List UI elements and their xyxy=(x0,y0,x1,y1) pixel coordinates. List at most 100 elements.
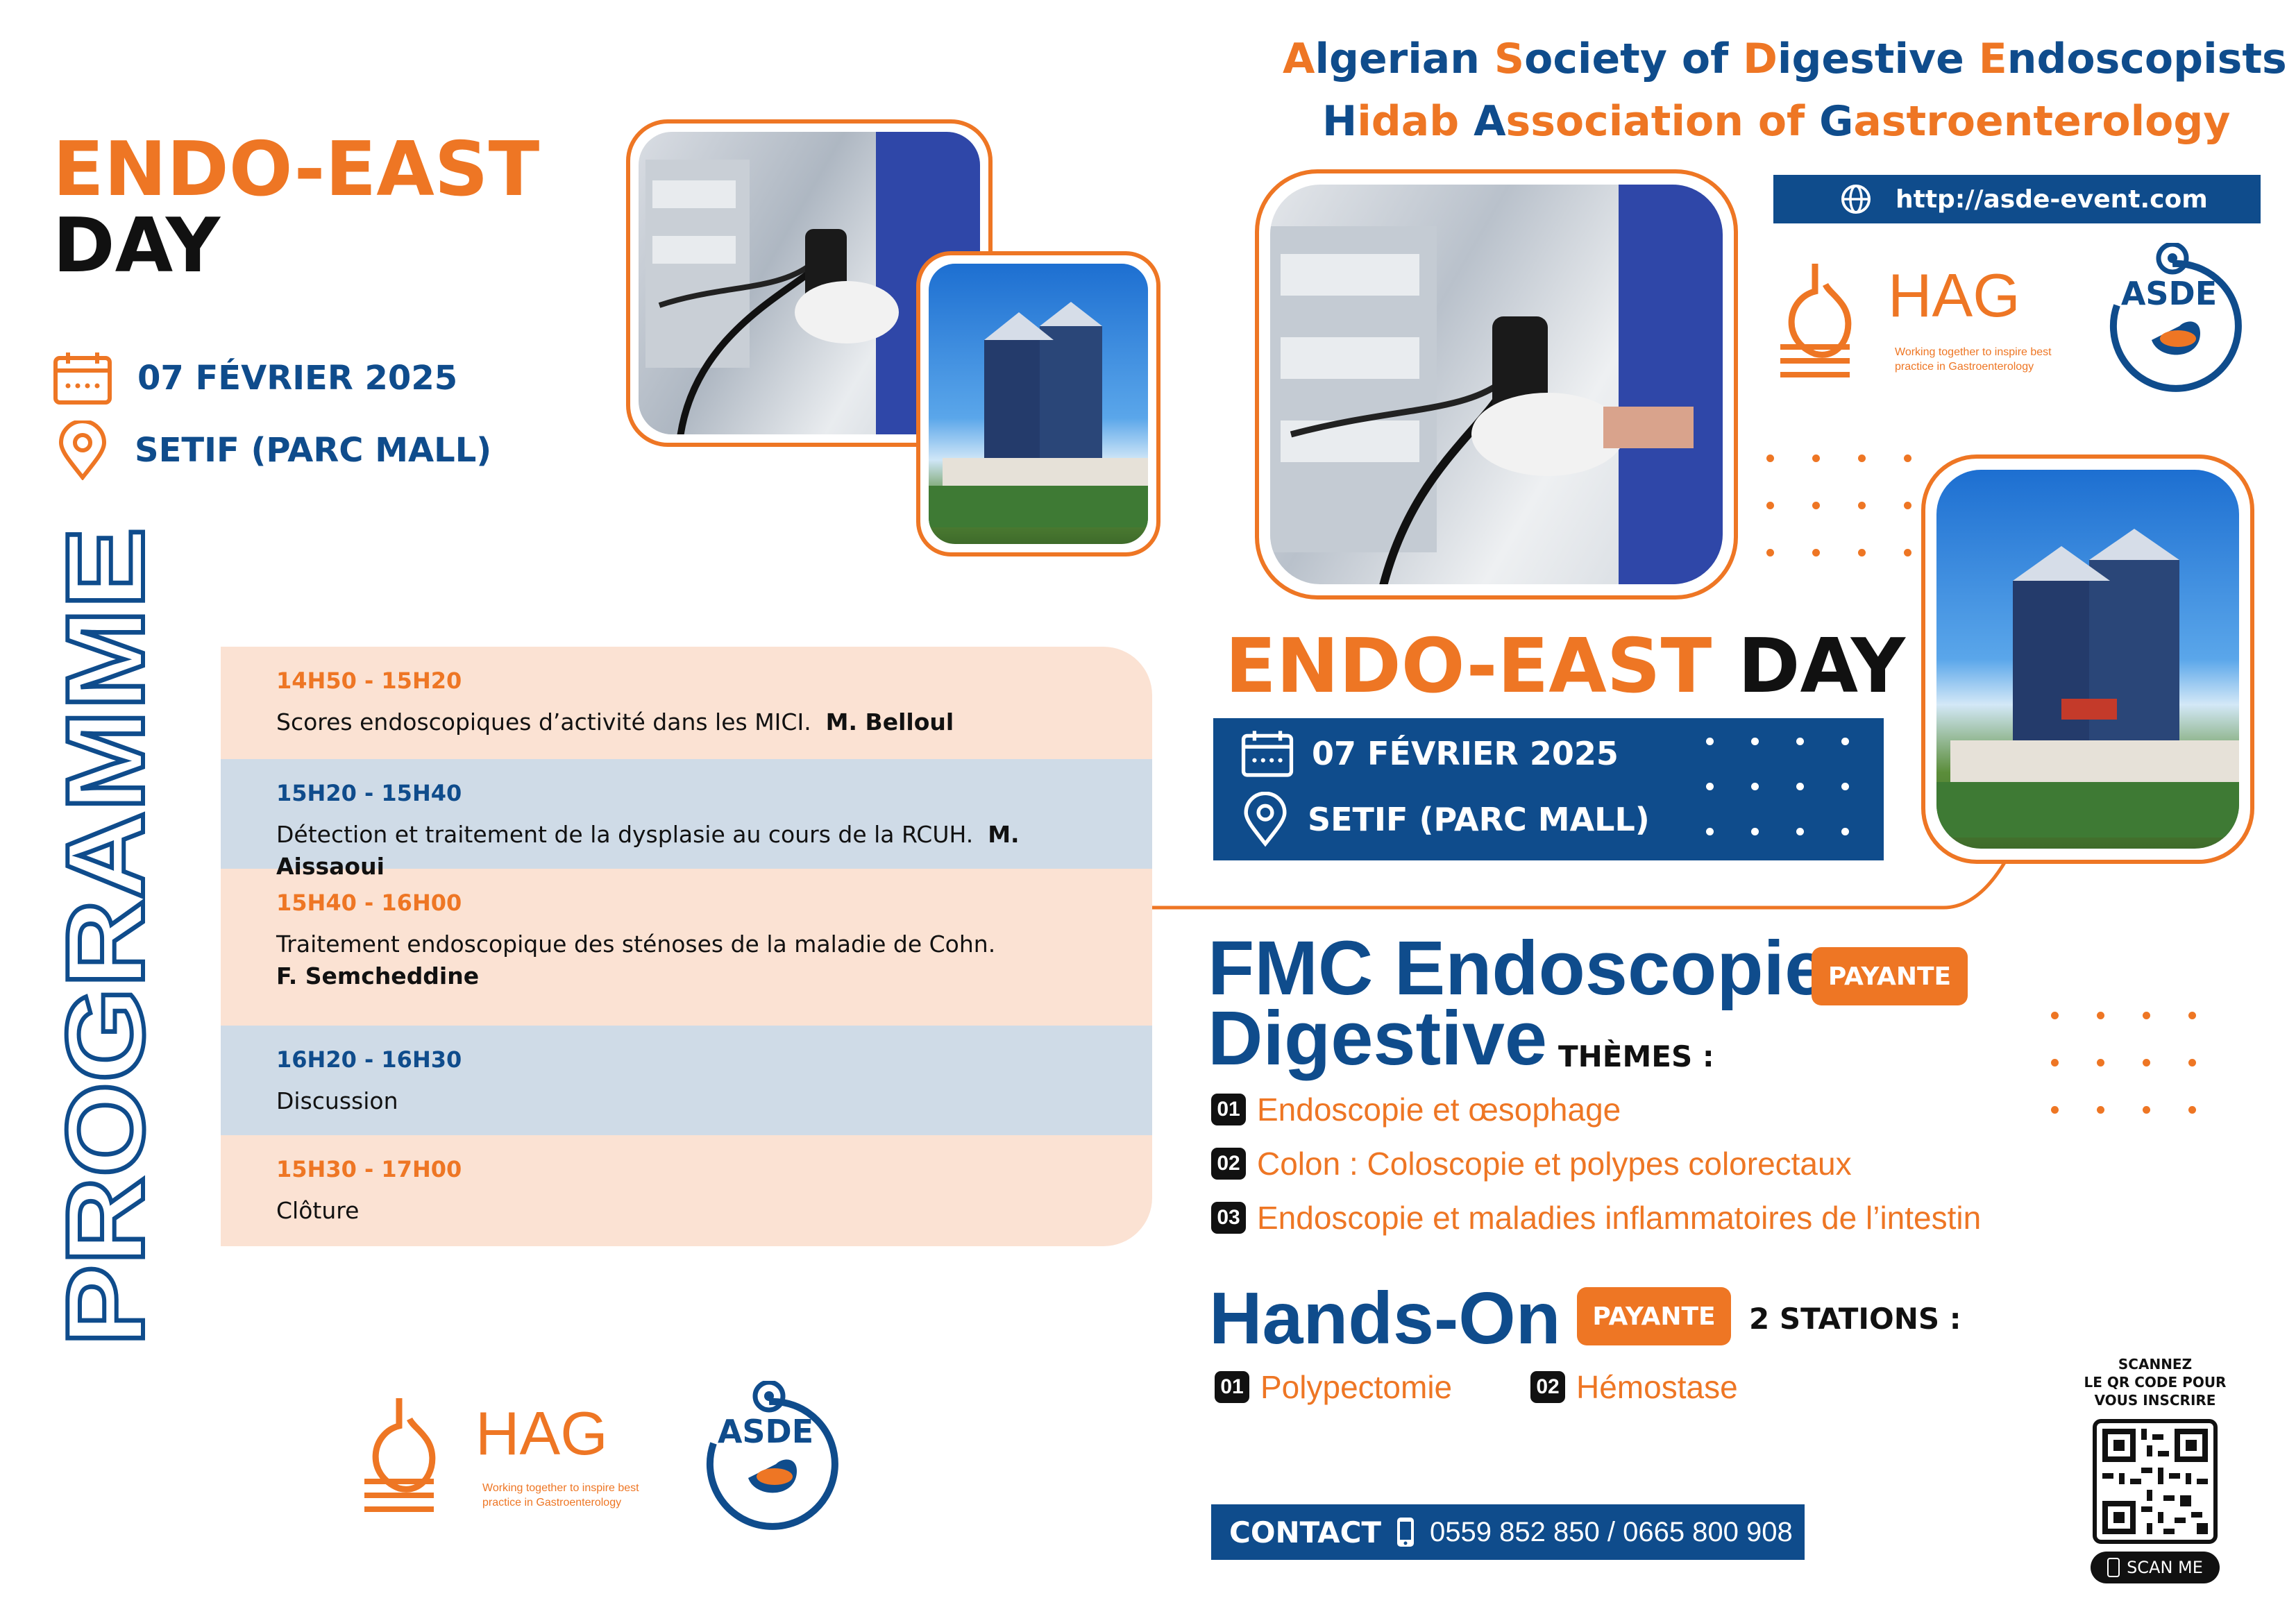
center-location: SETIF (PARC MALL) xyxy=(1308,801,1650,838)
center-date-row: 07 FÉVRIER 2025 xyxy=(1241,729,1619,778)
left-title-line1: ENDO-EAST xyxy=(53,126,540,213)
location-pin-icon xyxy=(1244,792,1287,847)
phone-icon xyxy=(1397,1518,1415,1547)
slot-desc: Discussion xyxy=(276,1087,398,1114)
decor-dots-orange xyxy=(1766,454,1911,556)
qr-caption: SCANNEZ LE QR CODE POUR VOUS INSCRIRE xyxy=(2084,1356,2227,1409)
station-label: Hémostase xyxy=(1576,1369,1738,1405)
schedule-slot: 15H20 - 15H40 Détection et traitement de… xyxy=(221,759,1152,880)
calendar-icon xyxy=(1241,731,1294,777)
center-location-row: SETIF (PARC MALL) xyxy=(1241,792,1650,847)
theme-item: 03 Endoscopie et maladies inflammatoires… xyxy=(1211,1199,1981,1237)
center-title-orange: ENDO-EAST xyxy=(1225,623,1712,710)
slot-speaker: M. Belloul xyxy=(825,708,954,736)
org-title-segment: H xyxy=(1322,97,1358,146)
center-event-title: ENDO-EAST DAY xyxy=(1225,623,1905,710)
phone-icon xyxy=(2107,1558,2120,1577)
decor-dots-orange-2 xyxy=(2051,1012,2196,1114)
theme-num: 02 xyxy=(1211,1148,1246,1180)
hag-tagline: Working together to inspire best practice… xyxy=(482,1482,639,1509)
slot-time: 14H50 - 15H20 xyxy=(276,668,462,694)
building-photo-small xyxy=(916,251,1160,556)
programme-text: PROGRAMME xyxy=(54,527,165,1346)
calendar-icon xyxy=(53,352,112,405)
station-item: 02 Hémostase xyxy=(1530,1368,1738,1406)
org-title-segment: lgerian xyxy=(1315,35,1494,83)
website-url[interactable]: http://asde-event.com xyxy=(1896,185,2208,214)
theme-item: 02 Colon : Coloscopie et polypes colorec… xyxy=(1211,1145,1852,1182)
asde-logo-bottom: ASDE xyxy=(693,1381,838,1530)
asde-logo-top: ASDE xyxy=(2096,243,2242,392)
theme-label: Colon : Coloscopie et polypes colorectau… xyxy=(1257,1146,1852,1182)
left-location-row: SETIF (PARC MALL) xyxy=(56,420,491,480)
schedule-slot: 16H20 - 16H30 Discussion xyxy=(221,1026,1152,1135)
programme-vertical-label: PROGRAMME xyxy=(54,525,165,1348)
org-title-asde: Algerian Society of Digestive Endoscopis… xyxy=(1283,35,2287,83)
website-link[interactable]: http://asde-event.com xyxy=(1773,175,2261,223)
org-title-segment: S xyxy=(1494,35,1525,83)
slot-time: 15H40 - 16H00 xyxy=(276,890,462,916)
hag-tagline: Working together to inspire best practice… xyxy=(1895,346,2052,373)
station-label: Polypectomie xyxy=(1260,1369,1453,1405)
left-location: SETIF (PARC MALL) xyxy=(135,431,492,470)
themes-label: THÈMES : xyxy=(1558,1039,1714,1073)
slot-speaker: F. Semcheddine xyxy=(276,962,480,990)
schedule-slot: 15H40 - 16H00 Traitement endoscopique de… xyxy=(221,869,1152,1026)
globe-icon xyxy=(1841,185,1871,214)
org-title-segment: astroenterology xyxy=(1853,97,2231,146)
center-info-box: 07 FÉVRIER 2025 SETIF (PARC MALL) xyxy=(1213,718,1884,860)
scan-me-button[interactable]: SCAN ME xyxy=(2091,1552,2220,1583)
location-pin-icon xyxy=(58,420,107,480)
station-num: 02 xyxy=(1530,1371,1565,1403)
org-title-segment: A xyxy=(1283,35,1315,83)
hag-name: HAG xyxy=(1888,261,2020,330)
theme-num: 01 xyxy=(1211,1094,1246,1125)
programme-schedule: 14H50 - 15H20 Scores endoscopiques d’act… xyxy=(221,647,1152,1246)
station-item: 01 Polypectomie xyxy=(1215,1368,1452,1406)
left-date: 07 FÉVRIER 2025 xyxy=(137,359,458,398)
left-event-title: ENDO-EAST DAY xyxy=(53,126,540,290)
hands-on-title: Hands-On xyxy=(1209,1277,1561,1359)
org-title-segment: igestive xyxy=(1777,35,1979,83)
theme-label: Endoscopie et maladies inflammatoires de… xyxy=(1257,1200,1982,1236)
endoscope-photo-large xyxy=(1255,169,1738,600)
fmc-title-line1: FMC Endoscopie xyxy=(1208,926,1827,1011)
org-title-segment: ociety of xyxy=(1524,35,1744,83)
org-title-segment: D xyxy=(1743,35,1778,83)
slot-time: 15H30 - 17H00 xyxy=(276,1156,462,1182)
theme-label: Endoscopie et œsophage xyxy=(1257,1091,1621,1128)
schedule-slot: 14H50 - 15H20 Scores endoscopiques d’act… xyxy=(221,647,1152,759)
stations-label: 2 STATIONS : xyxy=(1749,1302,1961,1336)
org-title-segment: ssociation of xyxy=(1505,97,1820,146)
contact-label: CONTACT xyxy=(1229,1515,1382,1549)
hands-on-payante-badge: PAYANTE xyxy=(1577,1287,1731,1345)
contact-phones[interactable]: 0559 852 850 / 0665 800 908 xyxy=(1430,1517,1793,1548)
left-title-line2: DAY xyxy=(53,203,221,290)
org-title-segment: G xyxy=(1819,97,1854,146)
slot-time: 15H20 - 15H40 xyxy=(276,780,462,806)
building-photo-large xyxy=(1921,454,2254,864)
theme-num: 03 xyxy=(1211,1202,1246,1234)
slot-desc: Clôture xyxy=(276,1197,360,1224)
hag-name: HAG xyxy=(475,1399,608,1468)
slot-desc: Scores endoscopiques d’activité dans les… xyxy=(276,708,954,736)
slot-desc: Traitement endoscopique des sténoses de … xyxy=(276,931,996,990)
contact-bar: CONTACT 0559 852 850 / 0665 800 908 xyxy=(1211,1504,1805,1560)
fmc-payante-badge: PAYANTE xyxy=(1812,947,1968,1005)
theme-item: 01 Endoscopie et œsophage xyxy=(1211,1091,1621,1128)
stomach-icon xyxy=(364,1398,436,1512)
scan-me-label[interactable]: SCAN ME xyxy=(2127,1558,2203,1577)
hag-logo-top: HAG Working together to inspire best prac… xyxy=(1773,257,2072,389)
asde-name: ASDE xyxy=(2120,275,2218,312)
station-num: 01 xyxy=(1215,1371,1249,1403)
endoscope-icon xyxy=(1270,226,1694,584)
org-title-segment: ndoscopists xyxy=(2007,35,2287,83)
decor-dots-white xyxy=(1706,738,1849,835)
center-date: 07 FÉVRIER 2025 xyxy=(1312,735,1619,772)
org-title-segment: E xyxy=(1978,35,2007,83)
asde-name: ASDE xyxy=(717,1413,814,1450)
fmc-title: FMC Endoscopie Digestive xyxy=(1208,926,1827,1082)
fmc-title-line2: Digestive xyxy=(1208,996,1548,1082)
qr-code[interactable] xyxy=(2093,1419,2218,1544)
org-title-hag: Hidab Association of Gastroenterology xyxy=(1322,97,2230,146)
